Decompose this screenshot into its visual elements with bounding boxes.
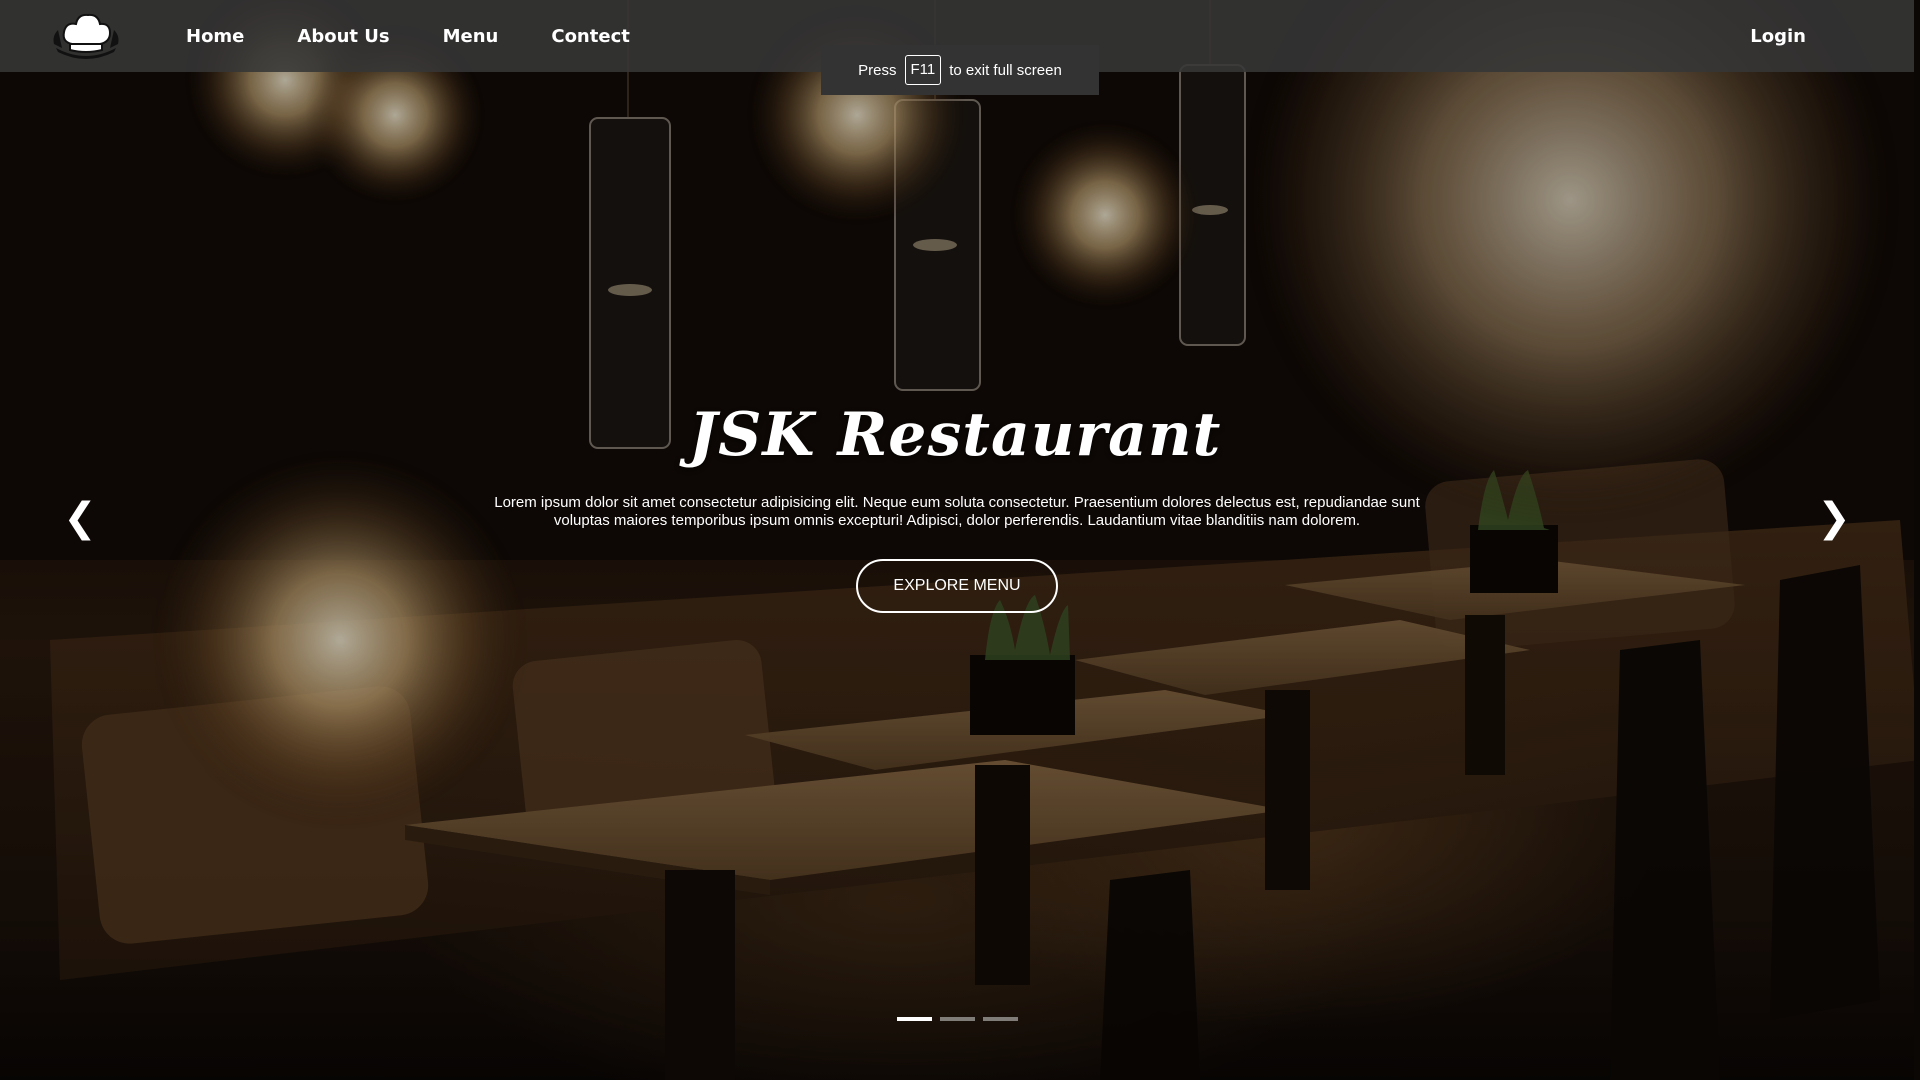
explore-menu-button[interactable]: EXPLORE MENU bbox=[856, 559, 1058, 613]
carousel-indicator-1[interactable] bbox=[897, 1017, 932, 1021]
fullscreen-notice-suffix: to exit full screen bbox=[949, 61, 1062, 79]
nav-link-menu[interactable]: Menu bbox=[443, 26, 499, 47]
carousel-next-arrow-icon[interactable]: ❯ bbox=[1812, 492, 1856, 544]
hero-overlay bbox=[0, 0, 1920, 1080]
scrollbar-edge bbox=[1914, 0, 1920, 1080]
fullscreen-exit-notice: Press F11 to exit full screen bbox=[821, 45, 1099, 95]
carousel-indicator-3[interactable] bbox=[983, 1017, 1018, 1021]
login-link[interactable]: Login bbox=[1750, 0, 1806, 72]
f11-key-badge: F11 bbox=[904, 55, 942, 85]
carousel-prev-arrow-icon[interactable]: ❮ bbox=[58, 492, 102, 544]
carousel-indicators bbox=[897, 1017, 1026, 1021]
nav-links: Home About Us Menu Contect bbox=[186, 0, 683, 72]
hero-background-image bbox=[0, 0, 1920, 1080]
hero-description: Lorem ipsum dolor sit amet consectetur a… bbox=[494, 494, 1420, 529]
page: Home About Us Menu Contect Login Press F… bbox=[0, 0, 1920, 1080]
nav-link-about-us[interactable]: About Us bbox=[297, 26, 389, 47]
fullscreen-notice-prefix: Press bbox=[858, 61, 897, 79]
chef-hat-icon[interactable] bbox=[48, 8, 124, 60]
carousel-indicator-2[interactable] bbox=[940, 1017, 975, 1021]
nav-link-home[interactable]: Home bbox=[186, 26, 244, 47]
nav-link-contact[interactable]: Contect bbox=[551, 26, 629, 47]
hero-title: JSK Restaurant bbox=[688, 400, 1222, 470]
